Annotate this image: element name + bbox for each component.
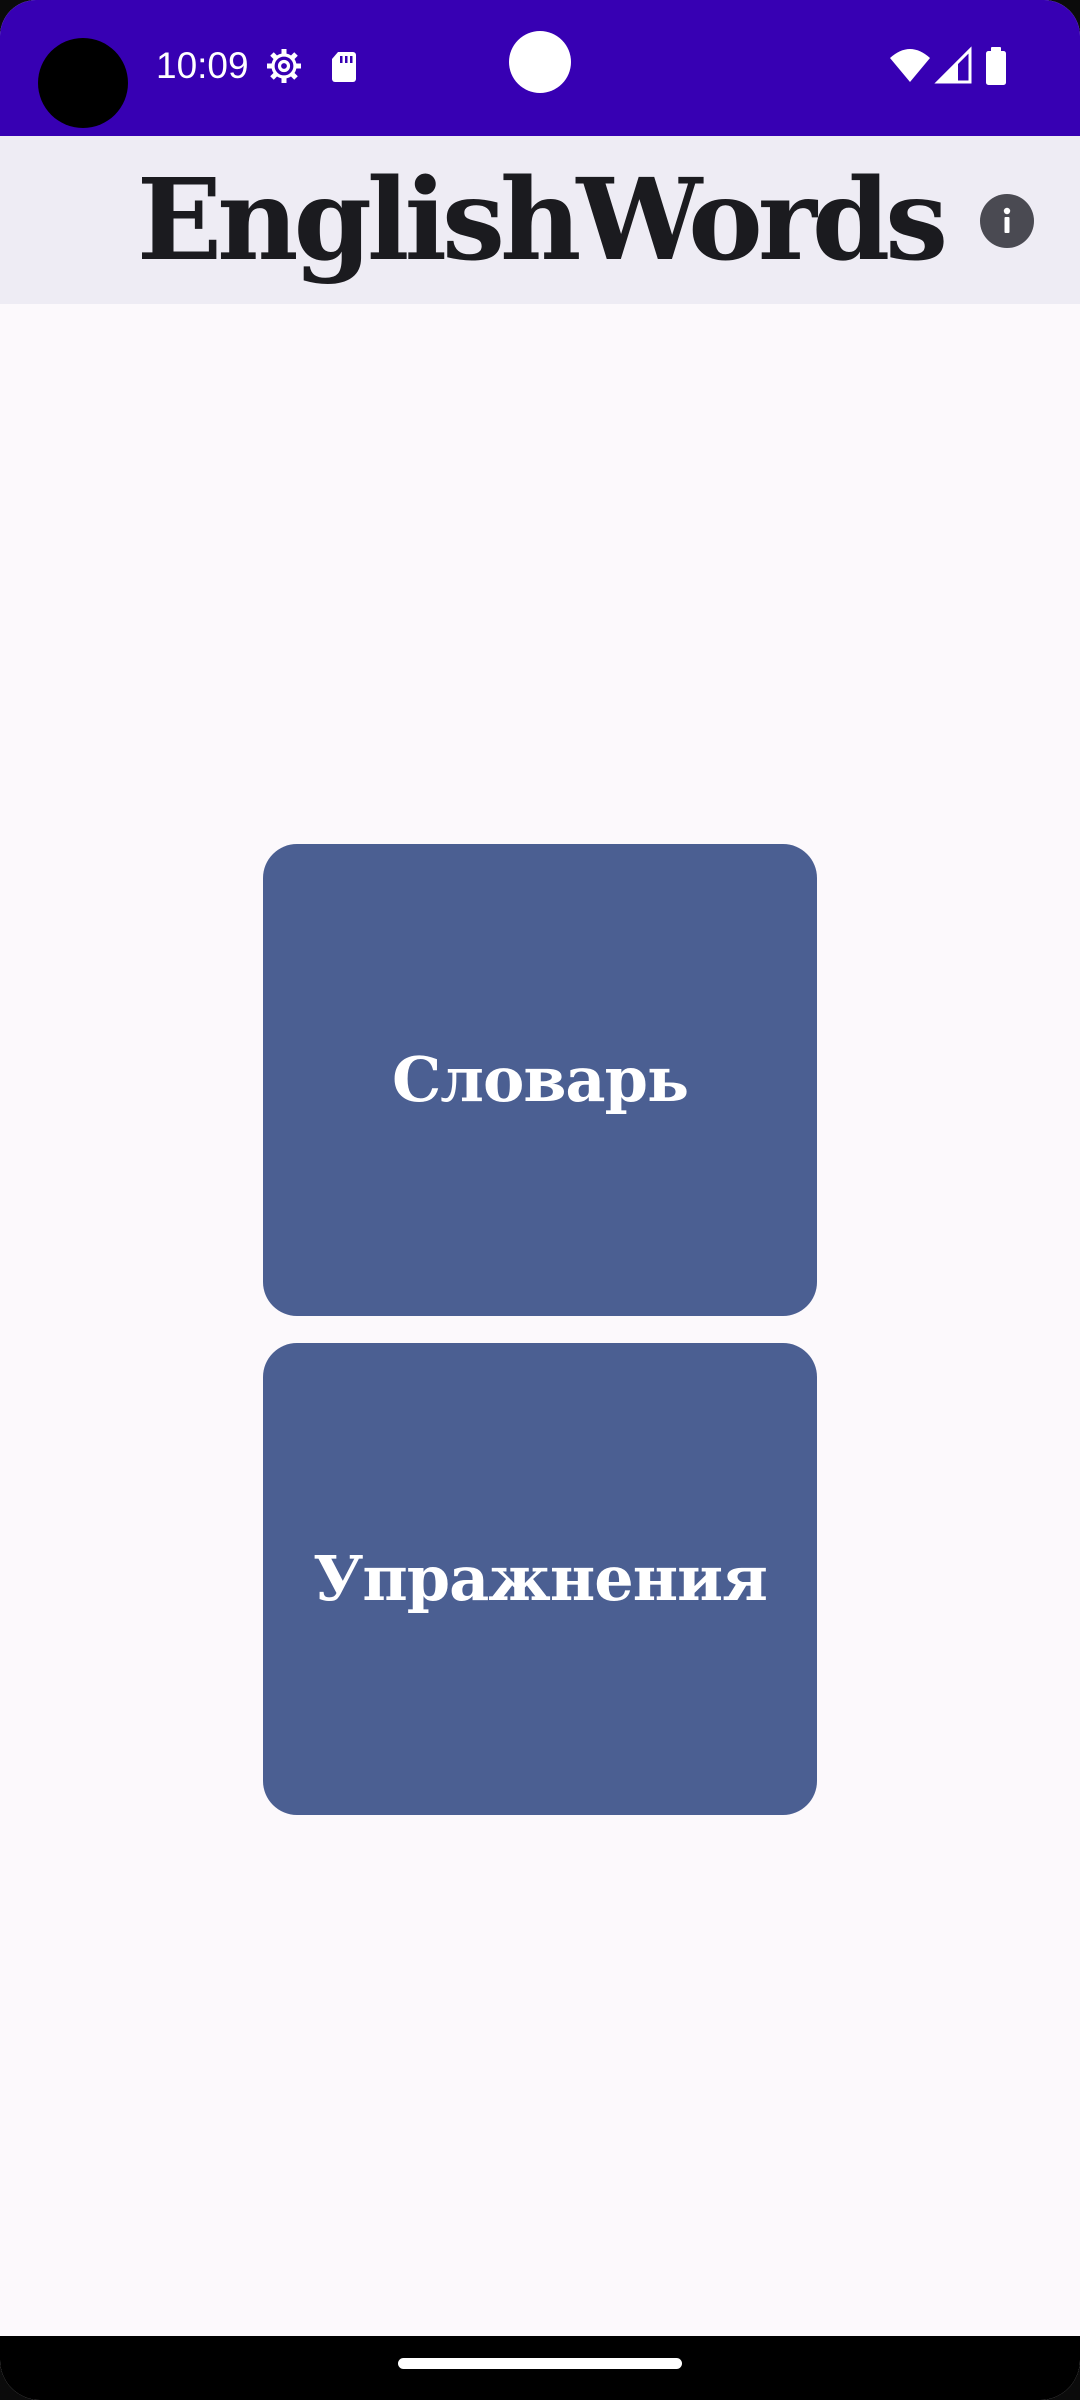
app-title: EnglishWords <box>136 155 948 286</box>
top-app-bar: EnglishWords <box>0 136 1080 304</box>
status-bar: 10:09 <box>0 0 1080 136</box>
wifi-icon <box>888 46 932 86</box>
info-icon <box>1003 207 1011 233</box>
exercises-button[interactable]: Упражнения <box>263 1343 817 1815</box>
system-navigation-bar <box>0 2336 1080 2400</box>
app-screen: 10:09 EnglishWords Словарь Упражнения <box>0 0 1080 2400</box>
front-camera-cutout <box>38 38 128 128</box>
cellular-signal-icon <box>934 46 972 86</box>
dictionary-button[interactable]: Словарь <box>263 844 817 1316</box>
settings-gear-icon <box>264 46 304 86</box>
status-time: 10:09 <box>156 45 249 86</box>
battery-icon <box>984 46 1008 86</box>
info-button[interactable] <box>980 194 1034 248</box>
notch-indicator <box>509 31 571 93</box>
home-gesture-handle[interactable] <box>398 2358 682 2369</box>
dictionary-button-label: Словарь <box>391 1043 689 1116</box>
sd-card-icon <box>324 46 364 86</box>
exercises-button-label: Упражнения <box>313 1542 768 1615</box>
